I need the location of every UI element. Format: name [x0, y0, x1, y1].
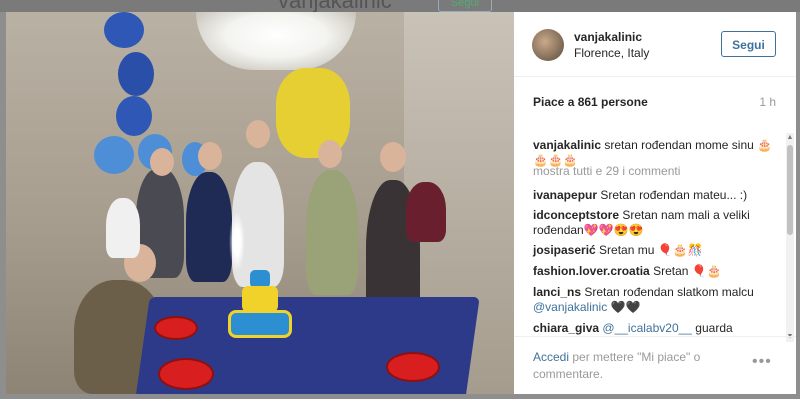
comment-username[interactable]: lanci_ns	[533, 285, 581, 299]
post-side-panel: vanjakalinic Florence, Italy Segui Piace…	[514, 12, 796, 394]
comment-username[interactable]: fashion.lover.croatia	[533, 264, 650, 278]
scrollbar-thumb[interactable]	[787, 145, 793, 235]
birthday-cake	[228, 260, 292, 338]
person-head	[198, 142, 222, 170]
person	[306, 170, 358, 295]
comment-username[interactable]: ivanapepur	[533, 188, 597, 202]
background-page-header: vanjakalinic Segui	[0, 0, 800, 12]
comment: idconceptstore Sretan nam mali a veliki …	[533, 208, 773, 238]
post-time: 1 h	[759, 95, 776, 109]
more-options-icon[interactable]: •••	[752, 353, 772, 371]
balloon	[116, 96, 152, 136]
likes-count[interactable]: Piace a 861 persone	[533, 95, 648, 109]
comment: chiara_giva @__icalabv20__ guarda	[533, 321, 773, 336]
post-username[interactable]: vanjakalinic	[574, 30, 642, 44]
person	[106, 198, 140, 258]
person-head	[318, 140, 342, 168]
person-head	[150, 148, 174, 176]
plate	[154, 316, 198, 340]
person-head	[246, 120, 270, 148]
comment: josipaserić Sretan mu 🎈🎂🎊	[533, 243, 773, 258]
comments-scrollbar[interactable]: ▲ ▼	[786, 133, 794, 342]
cake-tier	[242, 286, 278, 312]
post-photo	[6, 12, 514, 394]
view-all-comments-link[interactable]: mostra tutti e 29 i commenti	[533, 164, 680, 178]
person-head	[380, 142, 406, 172]
comment: fashion.lover.croatia Sretan 🎈🎂	[533, 264, 773, 279]
comment-text: Sretan mu 🎈🎂🎊	[599, 243, 703, 257]
post-header: vanjakalinic Florence, Italy Segui	[514, 12, 796, 77]
background-title: vanjakalinic	[278, 0, 392, 12]
follow-button[interactable]: Segui	[721, 31, 776, 57]
comment-username[interactable]: idconceptstore	[533, 208, 619, 222]
plate	[386, 352, 440, 382]
plate	[158, 358, 214, 390]
scroll-up-arrow-icon[interactable]: ▲	[786, 133, 794, 143]
person	[406, 182, 446, 242]
comment-text: Sretan rođendan mateu... :)	[600, 188, 748, 202]
comment: ivanapepur Sretan rođendan mateu... :)	[533, 188, 773, 203]
login-link[interactable]: Accedi	[533, 350, 569, 364]
comment-mention[interactable]: @vanjakalinic	[533, 300, 607, 314]
comment-text: Sretan 🎈🎂	[653, 264, 722, 278]
avatar[interactable]	[532, 29, 564, 61]
ceiling-light	[196, 12, 356, 70]
balloon	[118, 52, 154, 96]
comment-username[interactable]: josipaserić	[533, 243, 596, 257]
comment-username[interactable]: chiara_giva	[533, 321, 599, 335]
comment-text: Sretan rođendan slatkom malcu	[584, 285, 754, 299]
background-follow-button: Segui	[438, 0, 492, 12]
post-location[interactable]: Florence, Italy	[574, 46, 649, 60]
cake-tier	[228, 310, 292, 338]
comment: lanci_ns Sretan rođendan slatkom malcu @…	[533, 285, 773, 315]
balloon	[94, 136, 134, 174]
person	[186, 172, 232, 282]
login-prompt: Accedi per mettere "Mi piace" o commenta…	[533, 349, 733, 383]
balloon	[104, 12, 144, 48]
post-footer: Accedi per mettere "Mi piace" o commenta…	[514, 336, 796, 395]
comment-text-after: guarda	[691, 321, 733, 335]
comment-mention[interactable]: @__icalabv20__	[602, 321, 692, 335]
comment-text-after: 🖤🖤	[607, 300, 641, 314]
caption-username[interactable]: vanjakalinic	[533, 138, 601, 152]
